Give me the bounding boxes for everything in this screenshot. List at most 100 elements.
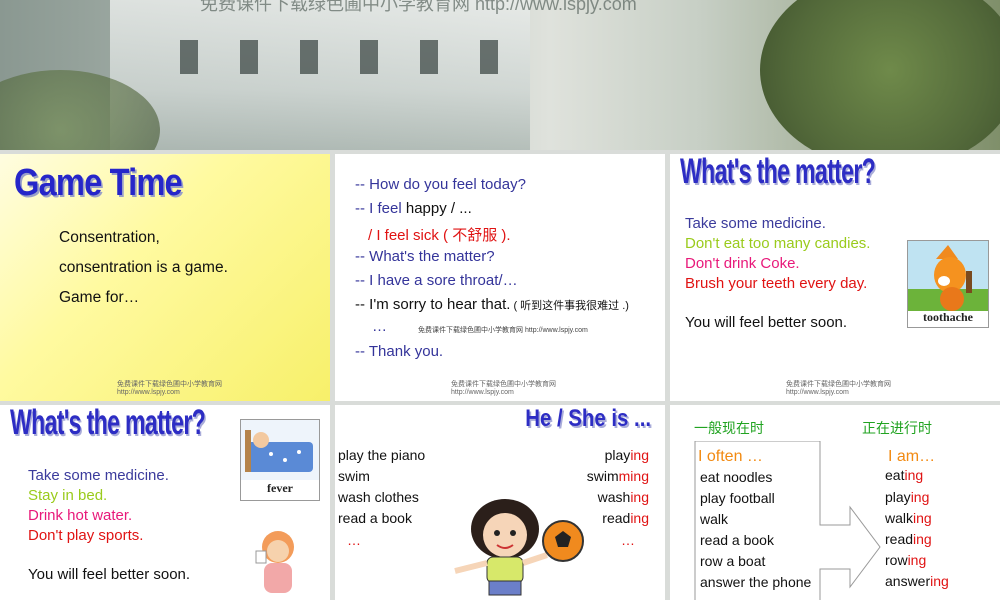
present-continuous-item: rowing — [885, 552, 926, 568]
verb-base: read a book — [338, 510, 412, 526]
sick-in-bed-illustration — [241, 420, 319, 480]
slide-title: What's the matter? — [10, 405, 206, 442]
dialogue-line: / I feel sick ( 不舒服 ). — [368, 224, 511, 245]
present-continuous-item: walking — [885, 510, 932, 526]
building-image — [110, 0, 530, 150]
picture-label: fever — [267, 481, 293, 495]
verb-suffix: ing — [904, 467, 924, 483]
dialogue-text: / I feel — [368, 227, 414, 244]
tense-heading: 正在进行时 — [862, 420, 932, 436]
slide-title: What's the matter? — [680, 154, 876, 191]
present-continuous-item: reading — [885, 531, 932, 547]
slide-footer: 免费课件下载绿色圃中小学教育网 http://www.lspjy.com — [786, 381, 891, 397]
advice-line: Take some medicine. — [28, 467, 169, 484]
dialogue-text: sick — [413, 227, 439, 244]
slide-footer: 免费课件下载绿色圃中小学教育网 http://www.lspjy.com — [451, 381, 556, 397]
advice-line: Don't drink Coke. — [685, 255, 800, 272]
building-window — [180, 40, 198, 74]
footer-line: 免费课件下载绿色圃中小学教育网 — [117, 381, 222, 388]
slide-tense-comparison[interactable]: 一般现在时 正在进行时 I often … I am… eat noodles … — [670, 405, 1000, 600]
watermark-note: 免费课件下载绿色圃中小学教育网 http://www.lspjy.com — [418, 327, 588, 334]
verb-suffix: ing — [930, 573, 949, 589]
verb-ing-form: reading — [602, 510, 649, 526]
dialogue-line: -- I'm sorry to hear that. ( 听到这件事我很难过 .… — [355, 296, 629, 314]
slide-matter-toothache[interactable]: What's the matter? Take some medicine. D… — [670, 154, 1000, 401]
slide-dialogue[interactable]: -- How do you feel today? -- I feel happ… — [335, 154, 665, 401]
verb-suffix: ing — [913, 531, 932, 547]
verb-stem: read — [885, 531, 914, 547]
verb-ellipsis: … — [621, 532, 635, 548]
verb-stem: play — [604, 447, 631, 463]
tense-heading: 一般现在时 — [694, 420, 764, 436]
verb-stem: wash — [597, 489, 631, 505]
dialogue-text: -- I'm sorry to hear that. — [355, 296, 511, 313]
verb-suffix: ing — [630, 447, 649, 463]
dialogue-line: -- What's the matter? — [355, 248, 495, 265]
banner-caption: 免费课件下载绿色圃中小学教育网 http://www.lspjy.com — [200, 0, 637, 14]
building-window — [360, 40, 378, 74]
advice-line: Drink hot water. — [28, 507, 133, 524]
present-continuous-item: eating — [885, 467, 923, 483]
present-continuous-item: answering — [885, 573, 949, 589]
dialogue-line: -- How do you feel today? — [355, 176, 526, 193]
verb-stem: play — [885, 489, 911, 505]
footer-line: 免费课件下载绿色圃中小学教育网 — [786, 381, 891, 388]
verb-stem: read — [602, 510, 631, 526]
verb-suffix: ing — [630, 489, 649, 505]
advice-line: Take some medicine. — [685, 215, 826, 232]
verb-stem: row — [885, 552, 908, 568]
verb-stem: walk — [885, 510, 914, 526]
verb-ing-form: washing — [598, 489, 649, 505]
verb-base: swim — [338, 468, 370, 484]
slide-he-she-is[interactable]: He / She is ... play the piano swim wash… — [335, 405, 665, 600]
verb-ellipsis: … — [347, 532, 361, 548]
building-window — [480, 40, 498, 74]
girl-drinking-illustration — [255, 531, 294, 593]
tree-image — [760, 0, 1000, 150]
simple-present-item: answer the phone — [700, 574, 812, 590]
building-window — [420, 40, 438, 74]
slide-line: Consentration, — [59, 229, 160, 246]
toothache-picture: toothache — [907, 240, 989, 328]
verb-suffix: ing — [630, 510, 649, 526]
column-title: I am… — [888, 448, 936, 465]
verb-stem: answer — [885, 573, 931, 589]
verb-suffix: ing — [907, 552, 927, 568]
footer-line: http://www.lspjy.com — [451, 389, 514, 396]
fever-picture: fever — [240, 419, 320, 501]
dialogue-line: -- Thank you. — [355, 343, 444, 360]
verb-stem: eat — [885, 467, 905, 483]
simple-present-item: walk — [700, 511, 729, 527]
advice-line: Don't play sports. — [28, 527, 144, 544]
fox-illustration — [908, 241, 988, 311]
footer-line: 免费课件下载绿色圃中小学教育网 — [451, 381, 556, 388]
dialogue-line: -- I have a sore throat/… — [355, 272, 518, 289]
verb-ing-form: playing — [605, 447, 649, 463]
advice-line: You will feel better soon. — [685, 314, 848, 331]
girl-playing-football-illustration — [454, 499, 584, 596]
footer-line: http://www.lspjy.com — [117, 389, 180, 396]
building-window — [300, 40, 318, 74]
simple-present-item: eat noodles — [700, 469, 773, 485]
slide-matter-fever[interactable]: What's the matter? Take some medicine. S… — [0, 405, 330, 600]
advice-line: Brush your teeth every day. — [685, 275, 868, 292]
verb-base: wash clothes — [338, 489, 419, 505]
dialogue-text: ( 听到这件事我很难过 .) — [510, 300, 629, 312]
slide-title: He / She is ... — [525, 405, 651, 432]
verb-suffix: ing — [910, 489, 930, 505]
dialogue-text: happy / ... — [405, 200, 472, 217]
slide-game-time[interactable]: Game Time Consentration, consentration i… — [0, 154, 330, 401]
verb-ing-form: swimming — [587, 468, 649, 484]
slide-line: consentration is a game. — [59, 259, 228, 276]
building-window — [240, 40, 258, 74]
simple-present-item: play football — [700, 490, 775, 506]
footer-line: http://www.lspjy.com — [786, 389, 849, 396]
dialogue-line: … — [372, 318, 387, 335]
verb-stem: swim — [586, 468, 619, 484]
header-banner-photo: 免费课件下载绿色圃中小学教育网 http://www.lspjy.com — [0, 0, 1000, 150]
dialogue-line: -- I feel happy / ... — [355, 200, 472, 217]
verb-suffix: ming — [618, 468, 649, 484]
advice-line: Don't eat too many candies. — [685, 235, 871, 252]
verb-base: play the piano — [338, 447, 426, 463]
slide-line: Game for… — [59, 289, 140, 306]
